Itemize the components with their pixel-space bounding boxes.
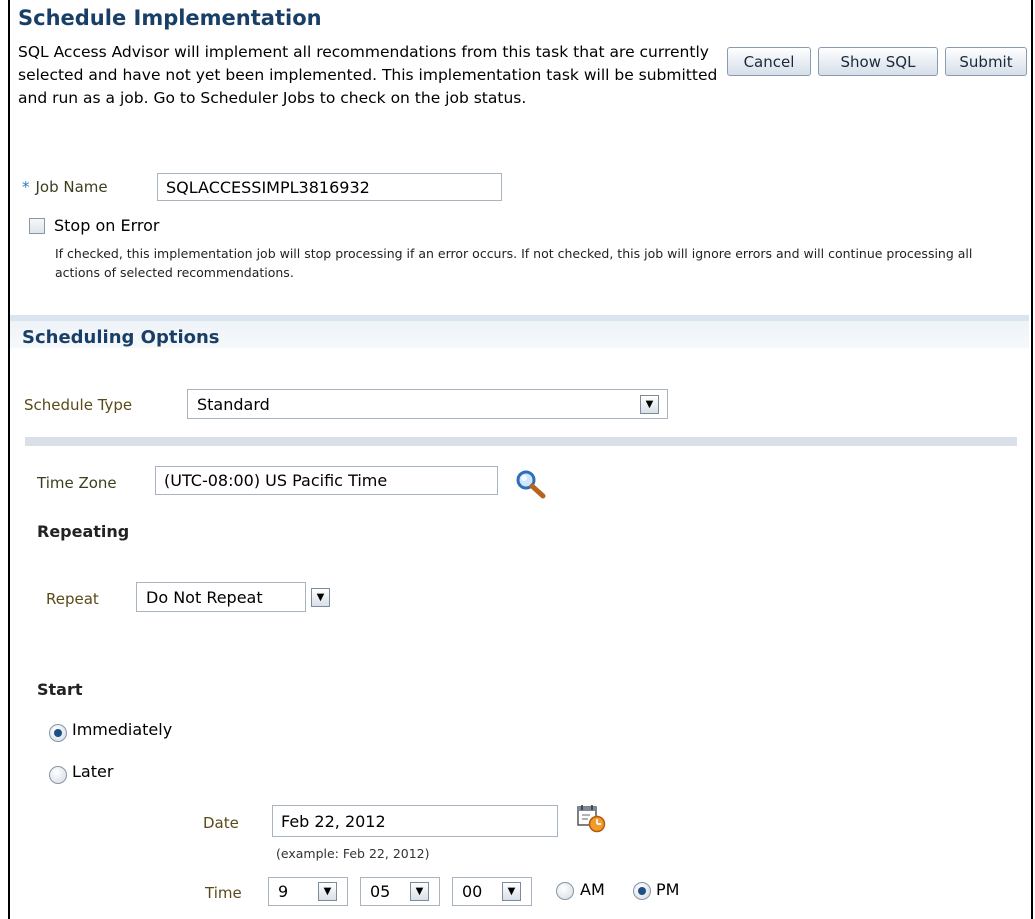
radio-selected-dot: [638, 887, 646, 895]
cancel-button[interactable]: Cancel: [727, 47, 811, 76]
job-name-label-group: * Job Name: [22, 178, 108, 196]
date-example-hint: (example: Feb 22, 2012): [276, 846, 430, 861]
am-label: AM: [580, 880, 605, 899]
pm-radio[interactable]: [633, 882, 651, 900]
job-name-label: Job Name: [35, 178, 108, 196]
page-title: Schedule Implementation: [18, 6, 322, 30]
chevron-down-icon[interactable]: ▼: [410, 882, 429, 901]
start-later-label: Later: [72, 762, 114, 781]
date-label: Date: [203, 814, 239, 832]
job-name-input[interactable]: SQLACCESSIMPL3816932: [157, 173, 502, 201]
minute-value: 05: [370, 882, 391, 901]
page-description: SQL Access Advisor will implement all re…: [18, 43, 718, 107]
search-icon[interactable]: [514, 469, 548, 499]
repeat-select[interactable]: Do Not Repeat: [136, 582, 306, 612]
radio-selected-dot: [54, 729, 62, 737]
second-value: 00: [462, 882, 483, 901]
divider: [25, 437, 1017, 446]
pm-label: PM: [656, 880, 680, 899]
start-heading: Start: [37, 680, 83, 699]
required-marker: *: [22, 178, 30, 196]
stop-on-error-hint: If checked, this implementation job will…: [55, 246, 973, 280]
repeating-heading: Repeating: [37, 522, 130, 541]
scheduling-options-heading: Scheduling Options: [22, 327, 220, 348]
schedule-type-value: Standard: [197, 394, 270, 414]
chevron-down-icon[interactable]: ▼: [318, 882, 337, 901]
chevron-down-icon[interactable]: ▼: [311, 588, 330, 607]
am-radio[interactable]: [556, 882, 574, 900]
repeat-value: Do Not Repeat: [146, 587, 263, 607]
page-frame: [8, 0, 1033, 919]
chevron-down-icon[interactable]: ▼: [640, 395, 659, 414]
start-later-radio[interactable]: [49, 766, 67, 784]
time-zone-label: Time Zone: [37, 474, 117, 492]
stop-on-error-label: Stop on Error: [54, 216, 160, 235]
show-sql-button[interactable]: Show SQL: [818, 47, 938, 76]
schedule-type-label: Schedule Type: [24, 396, 133, 414]
schedule-type-select[interactable]: Standard: [187, 389, 668, 419]
start-immediately-radio[interactable]: [49, 724, 67, 742]
submit-button[interactable]: Submit: [945, 47, 1027, 76]
time-label: Time: [205, 884, 242, 902]
hour-value: 9: [278, 882, 289, 901]
time-zone-input[interactable]: (UTC-08:00) US Pacific Time: [155, 466, 498, 495]
calendar-clock-icon[interactable]: [576, 804, 610, 834]
start-immediately-label: Immediately: [72, 720, 173, 739]
date-input[interactable]: Feb 22, 2012: [272, 805, 558, 837]
chevron-down-icon[interactable]: ▼: [502, 882, 521, 901]
repeat-label: Repeat: [46, 590, 99, 608]
stop-on-error-checkbox[interactable]: [29, 218, 45, 234]
